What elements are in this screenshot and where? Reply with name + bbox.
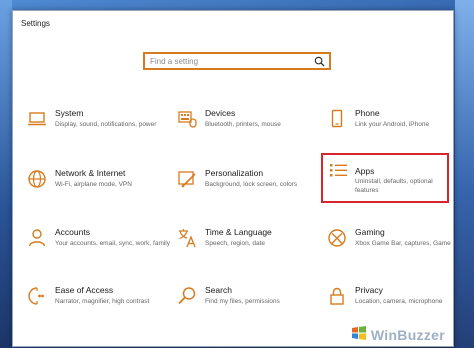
- watermark-text: WinBuzzer: [370, 327, 445, 343]
- window-title: Settings: [21, 19, 50, 28]
- watermark-logo-icon: [351, 325, 367, 346]
- tile-description: Background, lock screen, colors: [205, 181, 298, 188]
- paint-icon: [176, 168, 198, 190]
- tile-description: Xbox Game Bar, captures, Game Mode: [355, 240, 453, 247]
- tile-personalization[interactable]: Personalization Background, lock screen,…: [173, 166, 313, 210]
- desktop-wallpaper-left: [0, 0, 12, 348]
- tile-description: Narrator, magnifier, high contrast: [55, 298, 150, 305]
- settings-window: Settings System Display, sound, notifica…: [12, 10, 454, 347]
- tile-name: System: [55, 108, 84, 118]
- search-box[interactable]: [143, 52, 331, 70]
- tile-system[interactable]: System Display, sound, notifications, po…: [23, 106, 163, 150]
- tile-name: Time & Language: [205, 227, 272, 237]
- tile-name: Apps: [355, 166, 375, 176]
- tile-devices[interactable]: Devices Bluetooth, printers, mouse: [173, 106, 313, 150]
- xbox-icon: [326, 227, 348, 249]
- ease-of-access-icon: [26, 285, 48, 307]
- tile-description: Link your Android, iPhone: [355, 121, 430, 128]
- tile-description: Bluetooth, printers, mouse: [205, 121, 281, 128]
- lock-icon: [326, 285, 348, 307]
- tile-name: Devices: [205, 108, 236, 118]
- tile-privacy[interactable]: Privacy Location, camera, microphone: [323, 283, 453, 327]
- tile-description: Display, sound, notifications, power: [55, 121, 157, 128]
- tile-name: Network & Internet: [55, 168, 126, 178]
- tile-ease-of-access[interactable]: Ease of Access Narrator, magnifier, high…: [23, 283, 163, 327]
- tile-description: Find my files, permissions: [205, 298, 280, 305]
- tile-description: Your accounts, email, sync, work, family: [55, 240, 170, 247]
- tile-apps[interactable]: Apps Uninstall, defaults, optional featu…: [321, 153, 449, 203]
- tile-description: Speech, region, date: [205, 240, 265, 247]
- tile-name: Privacy: [355, 285, 383, 295]
- tile-description: Uninstall, defaults, optional features: [355, 178, 433, 194]
- title-bar[interactable]: Settings: [13, 11, 453, 37]
- search-icon[interactable]: [312, 54, 326, 68]
- tile-network-internet[interactable]: Network & Internet Wi-Fi, airplane mode,…: [23, 166, 163, 210]
- search-input[interactable]: [150, 54, 312, 68]
- tile-description: Wi-Fi, airplane mode, VPN: [55, 181, 132, 188]
- watermark: WinBuzzer: [351, 324, 445, 346]
- tile-accounts[interactable]: Accounts Your accounts, email, sync, wor…: [23, 225, 170, 269]
- tile-time-language[interactable]: Time & Language Speech, region, date: [173, 225, 313, 269]
- tile-gaming[interactable]: Gaming Xbox Game Bar, captures, Game Mod…: [323, 225, 453, 269]
- apps-list-icon: [328, 161, 350, 183]
- time-language-icon: [176, 227, 198, 249]
- keyboard-icon: [176, 108, 198, 130]
- tile-search[interactable]: Search Find my files, permissions: [173, 283, 313, 327]
- globe-icon: [26, 168, 48, 190]
- phone-icon: [326, 108, 348, 130]
- tile-name: Ease of Access: [55, 285, 114, 295]
- tile-name: Search: [205, 285, 232, 295]
- tile-name: Phone: [355, 108, 380, 118]
- tile-name: Accounts: [55, 227, 90, 237]
- tile-name: Gaming: [355, 227, 385, 237]
- laptop-icon: [26, 108, 48, 130]
- tile-name: Personalization: [205, 168, 264, 178]
- search-icon: [176, 285, 198, 307]
- tile-description: Location, camera, microphone: [355, 298, 443, 305]
- tile-phone[interactable]: Phone Link your Android, iPhone: [323, 106, 453, 150]
- desktop-wallpaper-right: [455, 0, 474, 348]
- person-icon: [26, 227, 48, 249]
